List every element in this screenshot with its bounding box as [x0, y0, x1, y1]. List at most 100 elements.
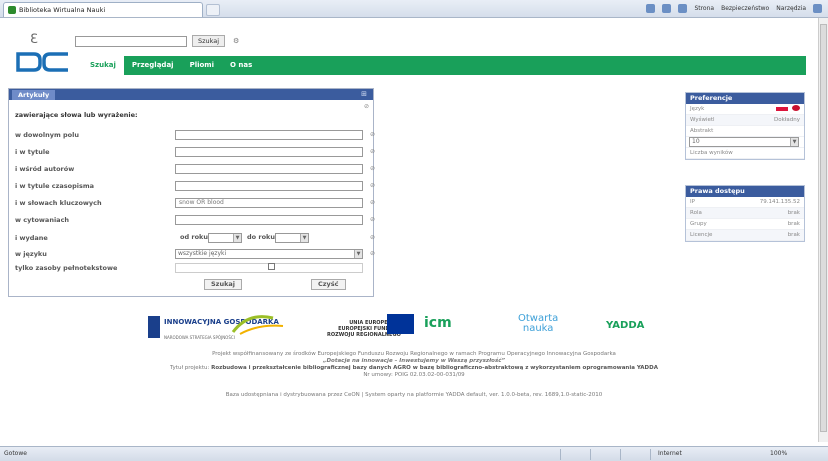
access-row: Grupy brak — [686, 219, 804, 230]
home-icon[interactable] — [646, 4, 656, 13]
footer-line-system: Baza udostępniana i dystrybuowana przez … — [225, 392, 603, 398]
results-count-value: 10 — [692, 138, 700, 145]
year-row: i wydane od roku ▼ do roku ▼ ⊘ — [15, 233, 375, 245]
access-value: brak — [787, 210, 800, 216]
security-zone[interactable]: Internet — [658, 450, 682, 457]
help-icon[interactable]: ⊘ — [370, 165, 375, 172]
pref-label: Liczba wyników — [690, 150, 733, 156]
browser-status-bar: Gotowe Internet 100% — [0, 446, 828, 461]
clear-button[interactable]: Czyść — [311, 279, 346, 290]
access-value: brak — [787, 221, 800, 227]
field-row: w dowolnym polu ⊘ — [15, 130, 375, 142]
status-divider — [560, 449, 561, 460]
nav-pliomi[interactable]: Pliomi — [182, 56, 222, 75]
any-field-input[interactable] — [175, 130, 363, 140]
pref-label: Język — [690, 106, 705, 112]
new-tab-button[interactable] — [206, 4, 220, 16]
help-icon[interactable]: ⊘ — [370, 148, 375, 155]
status-text: Gotowe — [4, 450, 27, 457]
zoom-level[interactable]: 100% — [770, 450, 787, 457]
status-divider — [650, 449, 651, 460]
main-navigation: Szukaj Przeglądaj Pliomi O nas — [82, 56, 806, 75]
language-label: w języku — [15, 250, 47, 258]
results-count-select[interactable]: 10 ▼ — [689, 137, 799, 147]
field-row: i w tytule ⊘ — [15, 147, 375, 159]
nav-o-nas[interactable]: O nas — [222, 56, 260, 75]
field-label: i w tytule — [15, 148, 50, 156]
keywords-input[interactable]: snow OR blood — [175, 198, 363, 208]
icm-logo[interactable]: icm — [424, 315, 452, 331]
command-narzedzia[interactable]: Narzędzia — [776, 5, 806, 12]
innowacyjna-gospodarka-logo-icon — [148, 316, 160, 338]
help-icon[interactable]: ⊘ — [364, 103, 369, 110]
help-icon[interactable]: ⊘ — [370, 182, 375, 189]
top-search-button[interactable]: Szukaj — [192, 35, 226, 47]
title-input[interactable] — [175, 147, 363, 157]
access-value: 79.141.135.52 — [759, 199, 800, 205]
help-icon[interactable]: ⊘ — [370, 199, 375, 206]
top-search-input[interactable] — [75, 36, 187, 47]
access-title: Prawa dostępu — [686, 186, 804, 197]
journal-title-input[interactable] — [175, 181, 363, 191]
yadda-logo[interactable]: YADDA — [606, 320, 644, 331]
nav-szukaj[interactable]: Szukaj — [82, 56, 124, 75]
chevron-down-icon: ▼ — [300, 234, 308, 242]
help-icon[interactable]: ⊘ — [370, 250, 375, 257]
innowacyjna-gospodarka-sub: NARODOWA STRATEGIA SPÓJNOŚCI — [164, 335, 235, 340]
command-bezpieczenstwo[interactable]: Bezpieczeństwo — [721, 5, 769, 12]
print-icon[interactable] — [678, 4, 688, 13]
command-strona[interactable]: Strona — [694, 5, 714, 12]
settings-icon[interactable]: ⚙ — [233, 37, 239, 45]
fulltext-row: tylko zasoby pełnotekstowe — [15, 263, 370, 275]
tab-artykuly[interactable]: Artykuły — [12, 90, 56, 100]
form-title: zawierające słowa lub wyrażenie: — [15, 111, 138, 119]
panel-header: Artykuły ⊞ — [9, 89, 373, 100]
field-row: i w słowach kluczowych snow OR blood ⊘ — [15, 198, 375, 210]
year-from-label: od roku — [180, 233, 209, 241]
feeds-icon[interactable] — [662, 4, 672, 13]
advanced-search-panel: Artykuły ⊞ ⊘ zawierające słowa lub wyraż… — [8, 88, 375, 297]
help-icon[interactable]: ⊘ — [370, 131, 375, 138]
innowacyjna-gospodarka-text: INNOWACYJNA GOSPODARKA — [164, 318, 279, 326]
fulltext-label: tylko zasoby pełnotekstowe — [15, 264, 118, 272]
favicon-icon — [8, 6, 16, 14]
language-row: w języku wszystkie języki ▼ ⊘ — [15, 249, 375, 261]
footer-line-contract: Nr umowy: POIG 02.03.02-00-031/09 — [363, 372, 465, 378]
panel-toggle-icon[interactable]: ⊞ — [361, 90, 367, 98]
field-label: i wśród autorów — [15, 165, 75, 173]
pref-row: Abstrakt — [686, 126, 804, 137]
english-flag-icon[interactable] — [792, 105, 800, 111]
browser-tab[interactable]: Biblioteka Wirtualna Nauki — [3, 2, 203, 17]
access-value: brak — [787, 232, 800, 238]
help-icon[interactable]: ⊘ — [370, 216, 375, 223]
fulltext-checkbox[interactable] — [268, 263, 275, 270]
year-to-label: do roku — [247, 233, 276, 241]
pref-language-row: Język — [686, 104, 804, 115]
chevron-down-icon: ▼ — [354, 250, 362, 258]
language-flags[interactable] — [776, 105, 800, 113]
search-submit-button[interactable]: Szukaj — [204, 279, 243, 290]
otwarta-nauka-logo[interactable]: Otwarta nauka — [518, 314, 558, 334]
results-count-row: 10 ▼ — [686, 137, 804, 148]
language-select[interactable]: wszystkie języki ▼ — [175, 249, 363, 259]
partner-logos: INNOWACYJNA GOSPODARKA NARODOWA STRATEGI… — [0, 308, 828, 348]
pref-label: Abstrakt — [690, 128, 714, 134]
authors-input[interactable] — [175, 164, 363, 174]
citations-input[interactable] — [175, 215, 363, 225]
year-from-select[interactable]: ▼ — [208, 233, 242, 243]
access-label: Rola — [690, 210, 702, 216]
command-bar: Strona Bezpieczeństwo Narzędzia — [646, 4, 822, 13]
polish-flag-icon[interactable] — [776, 107, 788, 111]
status-divider — [620, 449, 621, 460]
small-logo-icon: ℇ — [30, 32, 38, 47]
footer-line-funding: Projekt współfinansowany ze środków Euro… — [212, 351, 616, 357]
access-row: IP 79.141.135.52 — [686, 197, 804, 208]
field-row: i w tytule czasopisma ⊘ — [15, 181, 375, 193]
pref-value[interactable]: Dokładny — [774, 117, 800, 123]
help-icon[interactable] — [813, 4, 822, 13]
help-icon[interactable]: ⊘ — [370, 234, 375, 241]
field-label: i w słowach kluczowych — [15, 199, 102, 207]
site-logo-icon[interactable] — [14, 50, 72, 74]
nav-przegladaj[interactable]: Przeglądaj — [124, 56, 182, 75]
year-to-select[interactable]: ▼ — [275, 233, 309, 243]
